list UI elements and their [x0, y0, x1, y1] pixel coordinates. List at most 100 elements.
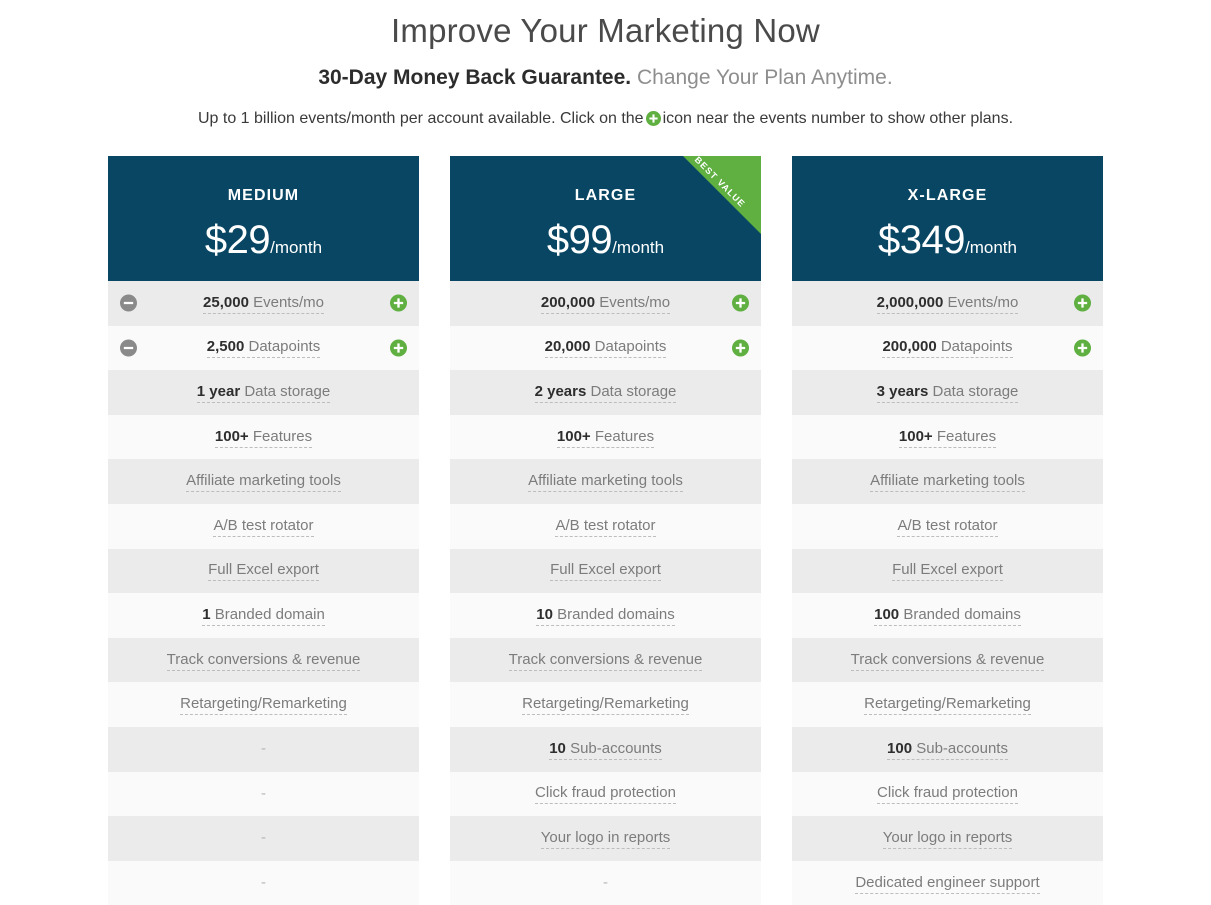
feature-label: Your logo in reports: [540, 828, 671, 849]
feature-text: Events/mo: [599, 293, 671, 311]
plan-name: X-LARGE: [907, 187, 988, 204]
feature-row: Retargeting/Remarketing: [792, 682, 1103, 727]
feature-row: 10 Sub-accounts: [450, 726, 761, 772]
plus-icon[interactable]: [390, 294, 407, 312]
feature-row: 2,000,000 Events/mo: [792, 281, 1103, 326]
feature-text: Datapoints: [248, 338, 321, 356]
feature-quantity: 200,000: [882, 338, 937, 356]
feature-row: Retargeting/Remarketing: [450, 682, 761, 727]
feature-label: -: [261, 784, 266, 804]
feature-label: 200,000 Events/mo: [540, 293, 671, 314]
feature-text: -: [603, 874, 608, 892]
plus-icon[interactable]: [390, 339, 407, 357]
plus-icon[interactable]: [732, 294, 749, 312]
feature-label: A/B test rotator: [897, 516, 998, 537]
plan-price: $29/month: [108, 205, 419, 270]
feature-text: Branded domain: [214, 605, 325, 623]
feature-text: -: [261, 784, 266, 802]
feature-row: 100 Branded domains: [792, 593, 1103, 638]
feature-quantity: 10: [536, 605, 553, 623]
change-plan-text: Change Your Plan Anytime.: [636, 66, 893, 89]
feature-text: -: [261, 829, 266, 847]
feature-label: 100 Branded domains: [874, 605, 1021, 626]
feature-quantity: 100+: [556, 427, 591, 445]
feature-row: 3 years Data storage: [792, 370, 1103, 415]
feature-label: 20,000 Datapoints: [544, 337, 667, 359]
feature-row: -: [108, 726, 419, 772]
feature-row: Your logo in reports: [792, 816, 1103, 861]
feature-row: 1 Branded domain: [108, 593, 419, 638]
feature-text: Click fraud protection: [877, 784, 1018, 802]
feature-label: Affiliate marketing tools: [528, 471, 683, 493]
minus-icon[interactable]: [120, 294, 137, 312]
feature-text: Affiliate marketing tools: [870, 472, 1025, 490]
feature-label: 10 Sub-accounts: [549, 739, 662, 760]
feature-text: Features: [594, 427, 655, 445]
feature-quantity: 100+: [898, 427, 933, 445]
feature-text: Click fraud protection: [535, 784, 676, 802]
feature-row: 25,000 Events/mo: [108, 281, 419, 326]
feature-label: -: [261, 828, 266, 848]
feature-label: Full Excel export: [208, 560, 319, 582]
feature-row: Full Excel export: [792, 548, 1103, 594]
feature-label: 10 Branded domains: [536, 605, 675, 626]
feature-label: 200,000 Datapoints: [882, 337, 1013, 359]
events-note-before: Up to 1 billion events/month per account…: [197, 110, 644, 127]
feature-text: Your logo in reports: [540, 828, 671, 846]
feature-text: Dedicated engineer support: [855, 873, 1040, 891]
feature-row: 100+ Features: [450, 414, 761, 460]
plan-price-period: /month: [965, 238, 1017, 257]
feature-label: Retargeting/Remarketing: [864, 694, 1031, 716]
feature-label: Track conversions & revenue: [508, 650, 703, 671]
feature-label: 100+ Features: [556, 427, 655, 448]
feature-row: -: [450, 860, 761, 905]
feature-text: Full Excel export: [208, 561, 319, 579]
feature-label: Affiliate marketing tools: [186, 471, 341, 493]
feature-label: Retargeting/Remarketing: [180, 694, 347, 716]
feature-text: Retargeting/Remarketing: [864, 695, 1031, 713]
feature-text: Events/mo: [253, 293, 324, 311]
feature-text: Affiliate marketing tools: [186, 472, 341, 490]
plus-icon[interactable]: [732, 339, 749, 357]
feature-label: -: [261, 873, 266, 893]
feature-label: -: [603, 873, 608, 893]
feature-label: A/B test rotator: [213, 516, 314, 537]
feature-row: 200,000 Events/mo: [450, 281, 761, 326]
feature-text: Retargeting/Remarketing: [522, 695, 689, 713]
feature-row: Dedicated engineer support: [792, 860, 1103, 905]
feature-quantity: 20,000: [544, 338, 591, 356]
feature-text: Branded domains: [557, 605, 675, 623]
feature-text: A/B test rotator: [897, 516, 998, 534]
plus-icon[interactable]: [1074, 294, 1091, 312]
feature-label: 100 Sub-accounts: [887, 739, 1008, 760]
plus-icon[interactable]: [1074, 339, 1091, 357]
feature-row: Your logo in reports: [450, 816, 761, 861]
feature-rows: 2,000,000 Events/mo 200,000 Datapoints 3 y…: [792, 281, 1103, 905]
feature-row: 100+ Features: [108, 414, 419, 460]
feature-text: Features: [936, 427, 997, 445]
plan-price: $349/month: [792, 205, 1103, 270]
feature-text: Datapoints: [594, 338, 667, 356]
page-title: Improve Your Marketing Now: [391, 12, 820, 49]
feature-label: 100+ Features: [214, 427, 313, 448]
feature-text: Sub-accounts: [570, 739, 662, 757]
plan-price-period: /month: [270, 238, 323, 257]
minus-icon[interactable]: [120, 339, 137, 357]
events-note: Up to 1 billion events/month per account…: [0, 108, 1211, 133]
feature-label: Affiliate marketing tools: [870, 471, 1025, 493]
feature-label: Full Excel export: [550, 560, 661, 582]
card-header: LARGE $99/month BEST VALUE: [450, 156, 761, 281]
feature-text: A/B test rotator: [555, 516, 656, 534]
feature-label: Track conversions & revenue: [850, 650, 1045, 671]
feature-quantity: 1: [202, 605, 211, 623]
feature-row: A/B test rotator: [792, 503, 1103, 549]
feature-quantity: 100+: [214, 427, 249, 445]
feature-text: Full Excel export: [550, 561, 661, 579]
feature-label: 1 Branded domain: [202, 605, 325, 626]
feature-quantity: 200,000: [540, 293, 596, 311]
feature-text: -: [261, 874, 266, 892]
feature-text: Track conversions & revenue: [508, 650, 703, 668]
feature-row: Affiliate marketing tools: [792, 459, 1103, 504]
card-header: X-LARGE $349/month: [792, 156, 1103, 281]
feature-text: Data storage: [932, 382, 1019, 400]
